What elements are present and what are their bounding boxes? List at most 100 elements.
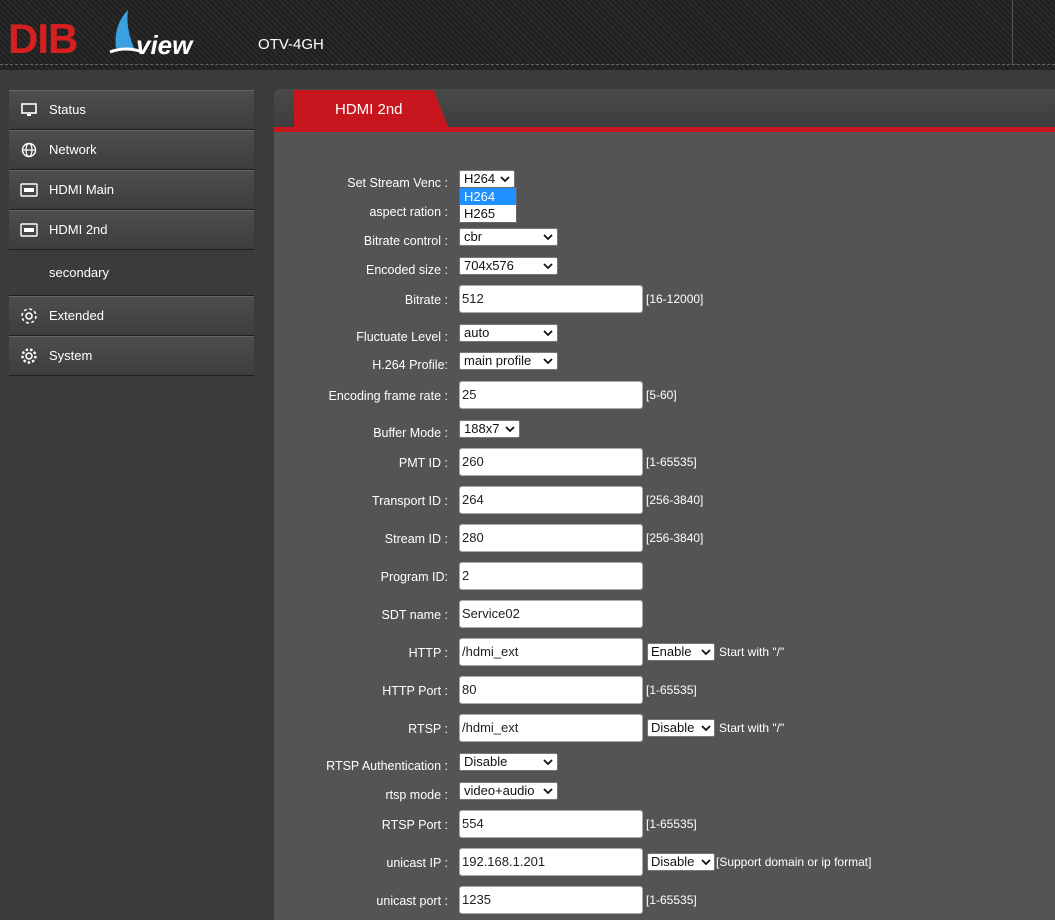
encoded-size-value: 704x576	[464, 258, 514, 273]
http-port-range: [1-65535]	[646, 683, 697, 697]
transport-id-label: Transport ID :	[372, 494, 448, 508]
globe-icon	[9, 142, 49, 158]
unicast-ip-input[interactable]: 192.168.1.201	[459, 848, 643, 876]
row-unicast-ip: unicast IP : 192.168.1.201 Disable [Supp…	[274, 848, 1055, 876]
http-port-input[interactable]: 80	[459, 676, 643, 704]
profile-label: H.264 Profile:	[372, 358, 448, 372]
row-http-port: HTTP Port : 80 [1-65535]	[274, 676, 1055, 704]
rtsp-mode-type-value: video+audio	[464, 783, 535, 798]
rtsp-mode-value: Disable	[651, 720, 695, 735]
fluctuate-value: auto	[464, 325, 490, 340]
bitrate-label: Bitrate :	[404, 293, 448, 307]
logo-view-text: view	[136, 30, 193, 60]
http-path-input[interactable]: /hdmi_ext	[459, 638, 643, 666]
unicast-ip-note: [Support domain or ip format]	[716, 855, 872, 869]
profile-value: main profile	[464, 353, 532, 368]
header-divider	[1012, 0, 1013, 64]
pmt-id-input[interactable]: 260	[459, 448, 643, 476]
tab-hdmi-2nd[interactable]: HDMI 2nd	[294, 90, 449, 129]
venc-option-h265[interactable]: H265	[460, 205, 516, 222]
chevron-down-icon	[543, 234, 553, 241]
unicast-mode-value: Disable	[651, 854, 695, 869]
unicast-port-range: [1-65535]	[646, 893, 697, 907]
row-fluctuate: Fluctuate Level : auto	[274, 324, 1055, 352]
row-stream-id: Stream ID : 280 [256-3840]	[274, 524, 1055, 552]
chevron-down-icon	[505, 426, 515, 433]
gear-icon	[9, 347, 49, 365]
venc-value: H264	[464, 171, 496, 186]
rtsp-path-input[interactable]: /hdmi_ext	[459, 714, 643, 742]
rtsp-mode-type-select[interactable]: video+audio	[459, 782, 558, 800]
rtsp-auth-label: RTSP Authentication :	[326, 759, 448, 773]
unicast-ip-label: unicast IP :	[386, 856, 448, 870]
sdt-name-label: SDT name :	[381, 608, 448, 622]
row-rtsp-auth: RTSP Authentication : Disable	[274, 753, 1055, 781]
row-profile: H.264 Profile: main profile	[274, 352, 1055, 380]
pmt-id-label: PMT ID :	[398, 456, 448, 470]
row-sdt-name: SDT name : Service02	[274, 600, 1055, 628]
program-id-label: Program ID:	[380, 570, 448, 584]
venc-select[interactable]: H264	[459, 170, 515, 188]
bitrate-range: [16-12000]	[646, 292, 704, 306]
row-unicast-port: unicast port : 1235 [1-65535]	[274, 886, 1055, 914]
bitrate-control-select[interactable]: cbr	[459, 228, 558, 246]
row-bitrate-control: Bitrate control : cbr	[274, 228, 1055, 256]
row-buffer-mode: Buffer Mode : 188x7	[274, 420, 1055, 448]
row-aspect: aspect ration :	[274, 199, 1055, 227]
sidebar: Status Network HDMI Main HDMI 2nd second…	[9, 90, 254, 376]
bitrate-input[interactable]: 512	[459, 285, 643, 313]
http-mode-value: Enable	[651, 644, 692, 659]
chevron-down-icon	[543, 330, 553, 337]
sidebar-item-system[interactable]: System	[9, 336, 254, 376]
sdt-name-input[interactable]: Service02	[459, 600, 643, 628]
hdmi-icon	[9, 182, 49, 197]
buffer-mode-value: 188x7	[464, 421, 500, 436]
sidebar-item-hdmi-main[interactable]: HDMI Main	[9, 170, 254, 210]
chevron-down-icon	[701, 725, 711, 732]
rtsp-mode-select[interactable]: Disable	[647, 719, 715, 737]
rtsp-auth-select[interactable]: Disable	[459, 753, 558, 771]
unicast-port-input[interactable]: 1235	[459, 886, 643, 914]
row-bitrate: Bitrate : 512 [16-12000]	[274, 285, 1055, 313]
row-encoded-size: Encoded size : 704x576	[274, 257, 1055, 285]
bitrate-control-label: Bitrate control :	[363, 234, 448, 248]
venc-label: Set Stream Venc :	[347, 176, 448, 190]
row-frame-rate: Encoding frame rate : 25 [5-60]	[274, 381, 1055, 409]
aspect-label: aspect ration :	[369, 205, 448, 219]
sidebar-subitem-label: secondary	[49, 265, 109, 280]
http-mode-select[interactable]: Enable	[647, 643, 715, 661]
stream-id-input[interactable]: 280	[459, 524, 643, 552]
extended-gear-icon	[9, 307, 49, 325]
dibview-logo: DIB view	[8, 8, 198, 60]
sidebar-item-label: Network	[49, 142, 97, 157]
profile-select[interactable]: main profile	[459, 352, 558, 370]
rtsp-port-input[interactable]: 554	[459, 810, 643, 838]
sidebar-item-label: HDMI 2nd	[49, 222, 108, 237]
sidebar-item-extended[interactable]: Extended	[9, 296, 254, 336]
sidebar-item-hdmi-2nd[interactable]: HDMI 2nd	[9, 210, 254, 250]
sidebar-item-status[interactable]: Status	[9, 90, 254, 130]
model-name: OTV-4GH	[258, 36, 324, 53]
row-rtsp: RTSP : /hdmi_ext Disable Start with "/"	[274, 714, 1055, 742]
stream-id-range: [256-3840]	[646, 531, 704, 545]
row-venc: Set Stream Venc : H264	[274, 170, 1055, 198]
frame-rate-input[interactable]: 25	[459, 381, 643, 409]
rtsp-port-range: [1-65535]	[646, 817, 697, 831]
venc-option-h264[interactable]: H264	[460, 188, 516, 205]
unicast-mode-select[interactable]: Disable	[647, 853, 715, 871]
buffer-mode-label: Buffer Mode :	[373, 426, 448, 440]
chevron-down-icon	[543, 263, 553, 270]
buffer-mode-select[interactable]: 188x7	[459, 420, 520, 438]
monitor-icon	[9, 102, 49, 117]
tab-underline	[274, 127, 1055, 132]
sidebar-item-label: HDMI Main	[49, 182, 115, 197]
rtsp-auth-value: Disable	[464, 754, 508, 769]
program-id-input[interactable]: 2	[459, 562, 643, 590]
http-note: Start with "/"	[719, 645, 785, 659]
transport-id-input[interactable]: 264	[459, 486, 643, 514]
encoded-size-select[interactable]: 704x576	[459, 257, 558, 275]
rtsp-port-label: RTSP Port :	[381, 818, 448, 832]
fluctuate-select[interactable]: auto	[459, 324, 558, 342]
sidebar-subitem-secondary[interactable]: secondary	[9, 250, 254, 296]
sidebar-item-network[interactable]: Network	[9, 130, 254, 170]
